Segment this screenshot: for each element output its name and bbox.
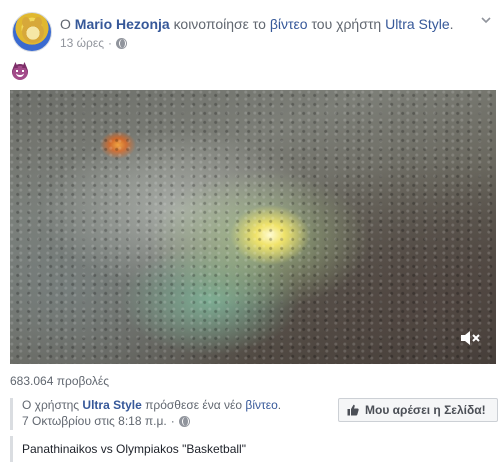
video-link[interactable]: βίντεο xyxy=(270,16,308,32)
view-count: 683.064 προβολές xyxy=(10,374,109,388)
post-headline: Ο Mario Hezonja κοινοποίησε το βίντεο το… xyxy=(60,15,454,33)
video-title-text: Panathinaikos vs Olympiakos "Basketball" xyxy=(22,442,246,456)
thumbs-up-icon xyxy=(347,404,359,416)
source-page-link[interactable]: Ultra Style xyxy=(385,16,450,32)
shared-added-text: πρόσθεσε ένα νέο xyxy=(145,398,243,412)
of-user-text: του χρήστη xyxy=(311,16,382,32)
shared-page-link[interactable]: Ultra Style xyxy=(82,398,141,412)
shared-video-title: Panathinaikos vs Olympiakos "Basketball" xyxy=(10,436,490,462)
shared-text: κοινοποίησε το xyxy=(173,16,266,32)
mute-icon[interactable] xyxy=(460,330,482,346)
post-header: Ο Mario Hezonja κοινοποίησε το βίντεο το… xyxy=(12,12,492,52)
video-player[interactable] xyxy=(10,90,496,364)
shared-attribution: Ο χρήστης Ultra Style πρόσθεσε ένα νέο β… xyxy=(10,398,318,430)
shared-date[interactable]: 7 Οκτωβρίου στις 8:18 π.μ. xyxy=(22,413,167,429)
headline-period: . xyxy=(449,16,454,32)
author-prefix: Ο xyxy=(60,16,71,32)
like-page-label: Μου αρέσει η Σελίδα! xyxy=(365,403,486,417)
globe-icon xyxy=(178,415,190,427)
globe-icon xyxy=(116,37,128,49)
author-link[interactable]: Mario Hezonja xyxy=(75,16,170,32)
devil-emoji-icon xyxy=(12,64,28,80)
post-meta: 13 ώρες · xyxy=(60,35,128,51)
lion-face xyxy=(22,21,44,43)
post-time[interactable]: 13 ώρες xyxy=(60,35,104,51)
shared-prefix: Ο χρήστης xyxy=(22,398,80,412)
video-frame xyxy=(10,90,496,364)
author-avatar[interactable] xyxy=(12,12,52,52)
shared-video-link[interactable]: βίντεο xyxy=(245,398,277,412)
chevron-down-icon[interactable] xyxy=(480,14,492,26)
like-page-button[interactable]: Μου αρέσει η Σελίδα! xyxy=(338,398,498,422)
